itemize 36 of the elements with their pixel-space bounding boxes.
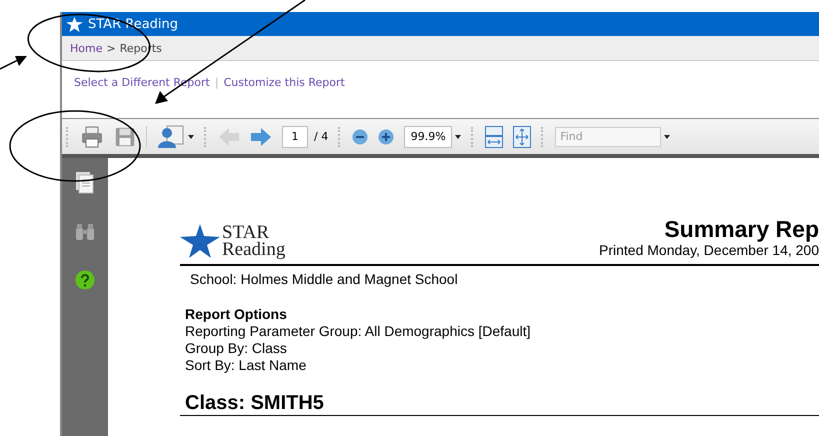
options-heading: Report Options [184, 306, 288, 323]
window-title: STAR Reading [88, 16, 178, 32]
star-logo-icon [180, 224, 220, 258]
report-link[interactable]: Customize this Report [224, 76, 345, 89]
class-heading: Class: SMITH5 [184, 392, 325, 415]
report-option: Sort By: Last Name [180, 357, 819, 374]
forward-arrow-icon[interactable] [250, 126, 272, 148]
save-icon[interactable] [114, 126, 136, 148]
breadcrumb-separator: > [106, 42, 116, 54]
star-icon [66, 16, 83, 32]
annotation-arrow [0, 56, 27, 70]
caret-icon[interactable] [455, 134, 462, 138]
printer-icon[interactable] [80, 124, 104, 148]
caret-icon[interactable] [188, 134, 194, 138]
zoom-out-icon[interactable] [352, 128, 368, 144]
page-number-field[interactable]: 1 [282, 126, 308, 148]
logo-text: Reading [222, 241, 286, 258]
home-link[interactable]: Home [70, 42, 102, 54]
report-title: Summary Rep [664, 216, 819, 242]
link-separator: | [214, 76, 219, 89]
find-field[interactable]: Find [555, 126, 662, 146]
school-name: School: Holmes Middle and Magnet School [189, 271, 459, 288]
pages-icon[interactable] [76, 172, 94, 194]
caret-icon[interactable] [664, 134, 670, 138]
help-icon[interactable] [75, 270, 95, 290]
binoculars-icon[interactable] [75, 224, 95, 240]
zoom-in-icon[interactable] [378, 128, 394, 144]
fit-page-icon[interactable] [513, 126, 532, 148]
report-option: Group By: Class [180, 340, 819, 357]
zoom-field[interactable]: 99.9% [404, 126, 452, 148]
printed-date: Printed Monday, December 14, 200 [599, 242, 819, 258]
page-count: / 4 [314, 130, 328, 143]
report-option: Reporting Parameter Group: All Demographics [Default] [180, 323, 819, 340]
export-icon[interactable] [157, 124, 185, 150]
fit-width-icon[interactable] [485, 126, 504, 148]
logo-text: STAR [222, 224, 270, 241]
